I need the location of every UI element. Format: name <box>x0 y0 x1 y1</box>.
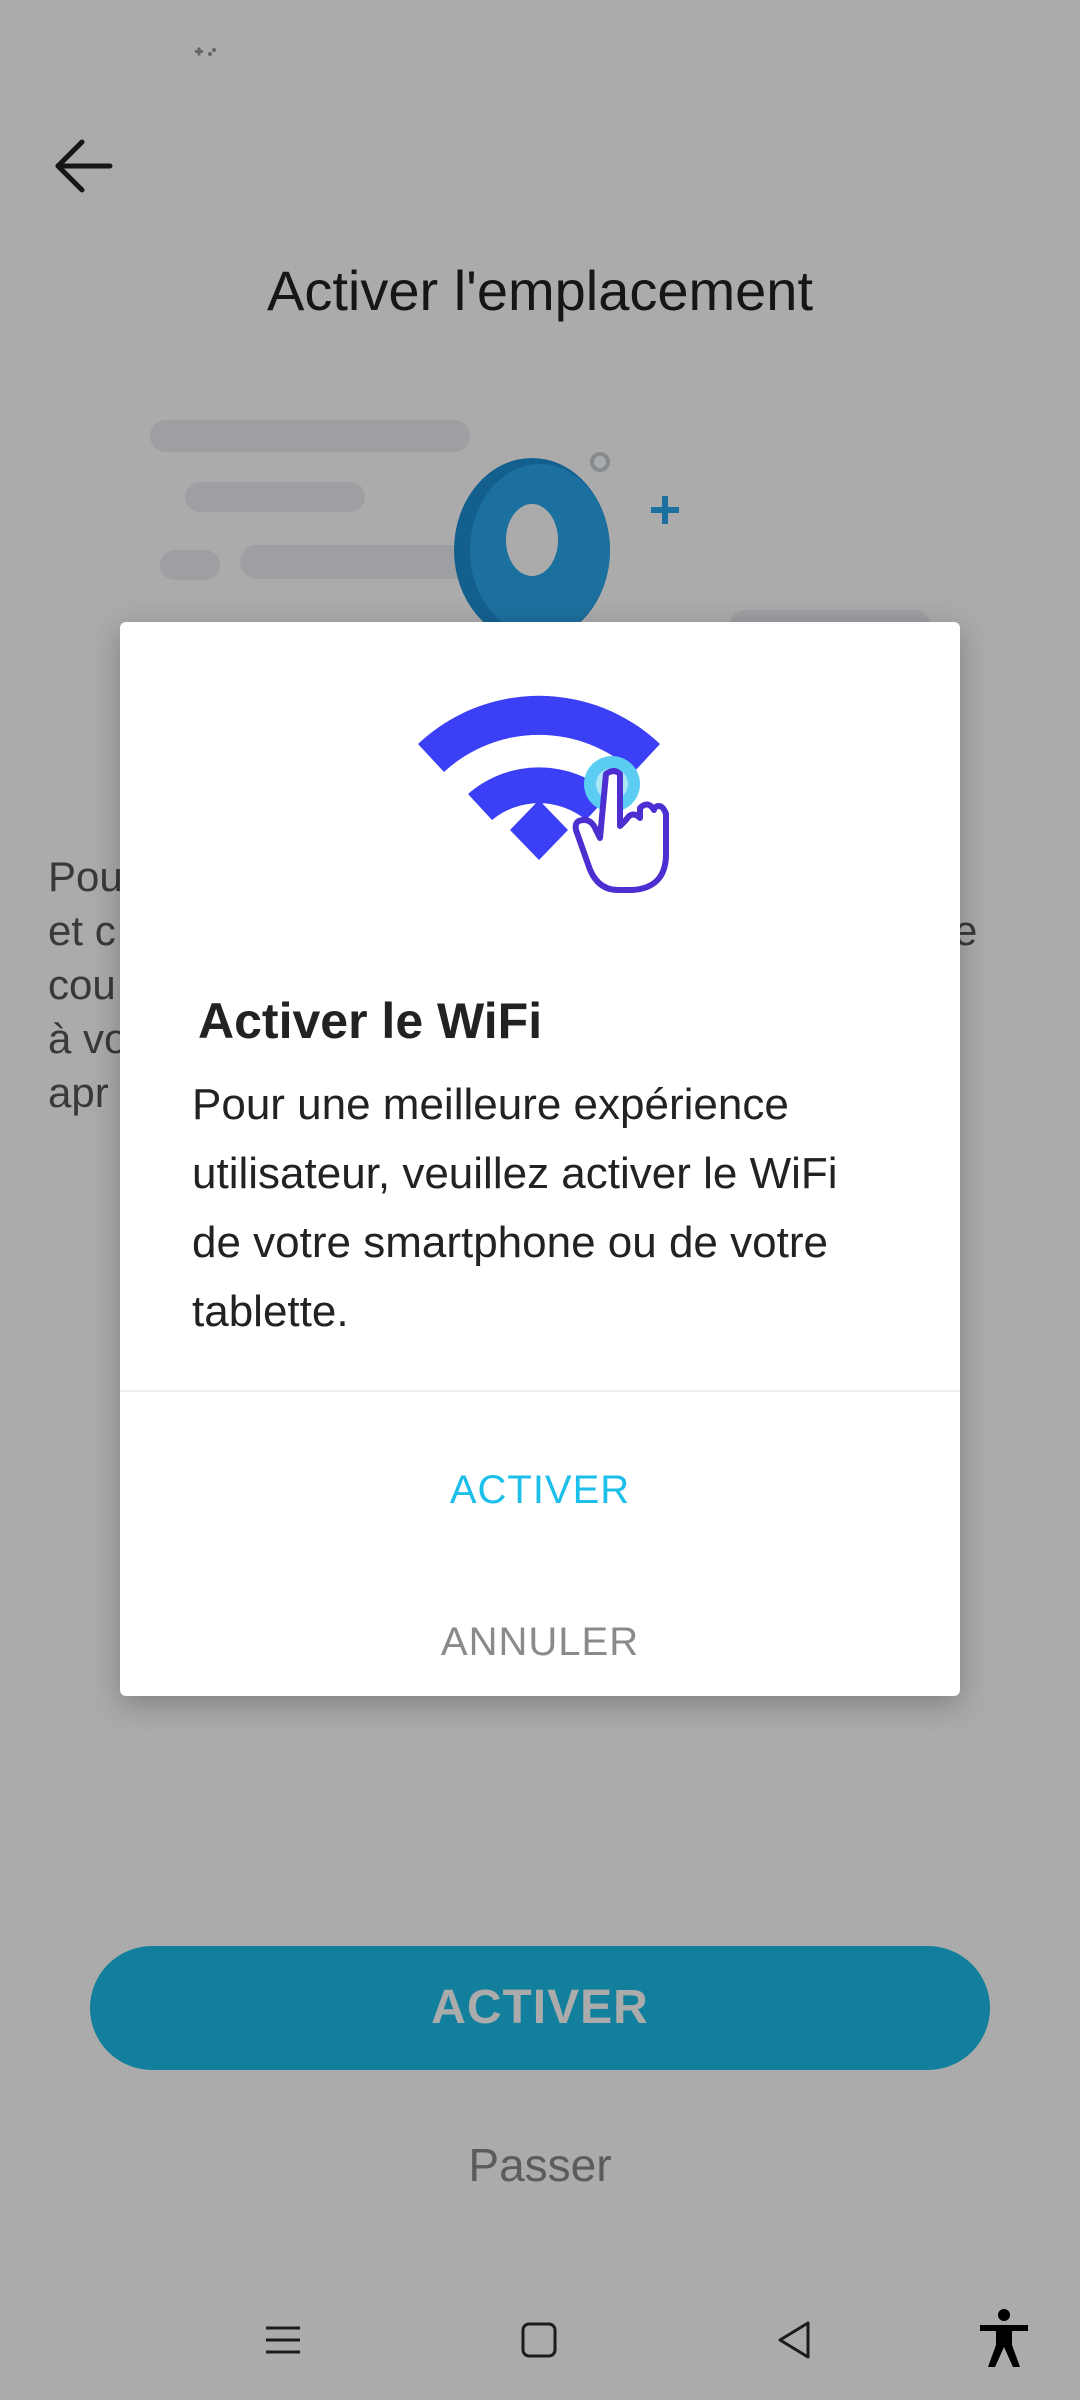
activate-wifi-button[interactable]: ACTIVER <box>120 1440 960 1540</box>
wifi-dialog: Activer le WiFi Pour une meilleure expér… <box>120 622 960 1696</box>
wifi-tap-icon <box>418 695 669 893</box>
dialog-message: Pour une meilleure expérience utilisateu… <box>192 1080 838 1336</box>
dialog-title: Activer le WiFi <box>198 993 543 1049</box>
cancel-button[interactable]: ANNULER <box>120 1592 960 1692</box>
dialog-divider <box>120 1390 960 1392</box>
screen: 18:58 0.12 KB/S 4G 48 Activer l'emplacem… <box>0 0 1080 2400</box>
